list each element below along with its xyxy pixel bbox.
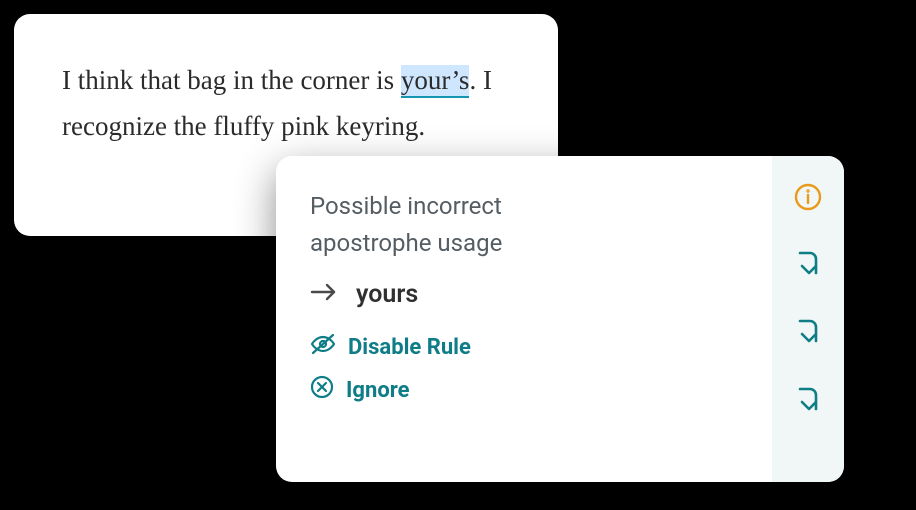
apply-suggestion-button[interactable]: yours: [310, 280, 742, 309]
disable-rule-button[interactable]: Disable Rule: [310, 333, 742, 361]
document-text-before: I think that bag in the corner is: [62, 65, 401, 95]
next-issue-button-3[interactable]: [789, 384, 827, 422]
suggestion-title: Possible incorrect apostrophe usage: [310, 188, 610, 262]
popover-side-rail: [772, 156, 844, 482]
ignore-label: Ignore: [346, 378, 410, 403]
arrow-right-icon: [310, 280, 338, 309]
next-issue-button-1[interactable]: [789, 248, 827, 286]
flagged-word[interactable]: your’s: [401, 65, 470, 98]
disable-rule-label: Disable Rule: [348, 335, 471, 360]
arrow-down-right-icon: [794, 317, 822, 353]
info-icon: [793, 182, 823, 216]
info-button[interactable]: [789, 180, 827, 218]
suggestion-popover-body: Possible incorrect apostrophe usage your…: [276, 156, 772, 482]
arrow-down-right-icon: [794, 385, 822, 421]
ignore-button[interactable]: Ignore: [310, 375, 742, 405]
suggestion-popover: Possible incorrect apostrophe usage your…: [276, 156, 844, 482]
eye-off-icon: [310, 333, 336, 361]
suggestion-word: yours: [356, 280, 418, 309]
next-issue-button-2[interactable]: [789, 316, 827, 354]
close-circle-icon: [310, 375, 334, 405]
arrow-down-right-icon: [794, 249, 822, 285]
